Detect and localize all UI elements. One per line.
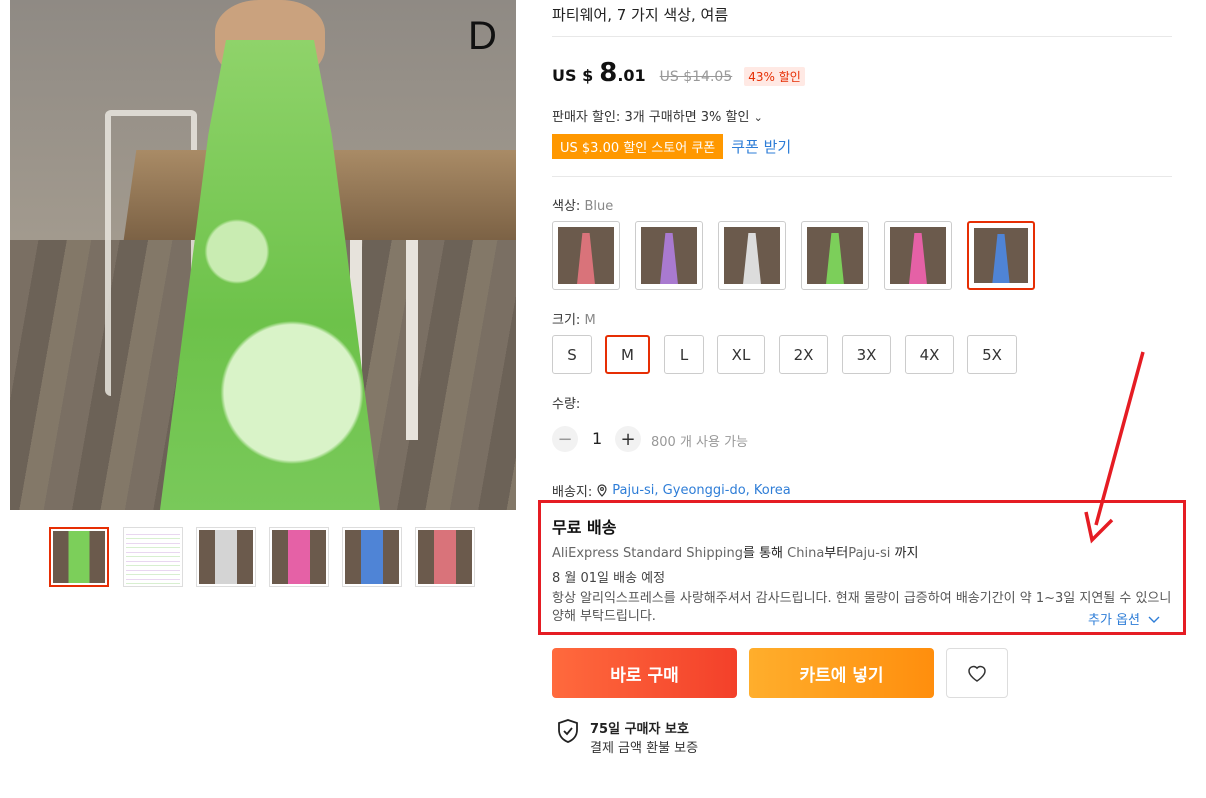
price-currency: US $	[552, 66, 594, 85]
quantity-value[interactable]: 1	[592, 429, 602, 448]
quantity-label: 수량:	[552, 397, 581, 412]
shipping-method-connector: 를 통해	[743, 546, 788, 561]
plus-icon: +	[620, 428, 636, 450]
quantity-decrease-button[interactable]: −	[552, 426, 578, 452]
color-swatch-green[interactable]	[801, 221, 869, 290]
ship-to-location-link[interactable]: Paju-si, Gyeonggi-do, Korea	[612, 483, 791, 498]
size-option-2x[interactable]: 2X	[779, 335, 828, 374]
color-label: 색상:	[552, 199, 581, 214]
swatch-image	[974, 228, 1028, 283]
swatch-dress	[660, 232, 678, 284]
shipping-method: AliExpress Standard Shipping를 통해 China부터…	[552, 542, 918, 561]
buyer-protection: 75일 구매자 보호 결제 금액 환불 보증	[556, 718, 698, 756]
swatch-image	[890, 227, 946, 284]
location-pin-icon	[597, 484, 607, 497]
annotation-arrow	[1084, 351, 1145, 544]
shipping-delay-notice: 항상 알리익스프레스를 사랑해주셔서 감사드립니다. 현재 물량이 급증하여 배…	[552, 591, 1172, 624]
divider	[552, 176, 1172, 177]
delivery-estimate: 8 월 01일 배송 예정	[552, 571, 666, 586]
minus-icon: −	[557, 428, 573, 450]
size-option-l[interactable]: L	[664, 335, 704, 374]
shipping-destination: Paju-si	[848, 546, 891, 561]
shield-check-icon	[558, 719, 578, 743]
swatch-dress	[826, 232, 844, 284]
thumbnail-image	[53, 531, 105, 583]
buyer-protection-text: 75일 구매자 보호 결제 금액 환불 보증	[590, 718, 698, 756]
size-selected-value: M	[584, 313, 596, 328]
swatch-image	[641, 227, 697, 284]
divider	[552, 36, 1172, 37]
seller-discount-text: 판매자 할인: 3개 구매하면 3% 할인	[552, 110, 750, 125]
swatch-image	[724, 227, 780, 284]
ship-to-label: 배송지:	[552, 485, 593, 500]
swatch-dress	[909, 232, 927, 284]
quantity-increase-button[interactable]: +	[615, 426, 641, 452]
thumbnail-blue[interactable]	[342, 527, 402, 587]
thumbnail-pink-red[interactable]	[415, 527, 475, 587]
main-product-image[interactable]: D	[10, 0, 516, 510]
wishlist-button[interactable]	[946, 648, 1008, 698]
color-swatch-pink-red[interactable]	[552, 221, 620, 290]
thumbnail-image	[345, 530, 399, 584]
ship-to-row: 배송지: Paju-si, Gyeonggi-do, Korea	[552, 481, 791, 500]
buyer-protection-title: 75일 구매자 보호	[590, 722, 689, 737]
chevron-down-icon	[1148, 616, 1160, 623]
thumbnail-green[interactable]	[49, 527, 109, 587]
size-option-m[interactable]: M	[605, 335, 650, 374]
swatch-dress	[743, 232, 761, 284]
add-to-cart-button[interactable]: 카트에 넣기	[749, 648, 934, 698]
size-option-s[interactable]: S	[552, 335, 592, 374]
store-coupon-tag: US $3.00 할인 스토어 쿠폰	[552, 134, 724, 159]
thumbnail-image	[126, 530, 180, 584]
color-label-row: 색상: Blue	[552, 195, 613, 214]
shipping-to-connector: 까지	[890, 546, 919, 561]
quantity-available: 800 개 사용 가능	[651, 435, 749, 450]
buyer-protection-subtitle: 결제 금액 환불 보증	[590, 741, 699, 756]
swatch-image	[807, 227, 863, 284]
price-row: US $ 8 .01 US $14.05 43% 할인	[552, 58, 805, 88]
thumbnail-pink[interactable]	[269, 527, 329, 587]
swatch-dress	[992, 233, 1010, 283]
more-options-label: 추가 옵션	[1088, 613, 1140, 628]
get-coupon-link[interactable]: 쿠폰 받기	[731, 136, 791, 157]
shipping-method-name: AliExpress Standard Shipping	[552, 546, 743, 561]
shipping-from-connector: 부터	[824, 546, 849, 561]
seller-discount[interactable]: 판매자 할인: 3개 구매하면 3% 할인 ⌄	[552, 106, 763, 125]
size-option-xl[interactable]: XL	[717, 335, 765, 374]
color-swatch-blue[interactable]	[967, 221, 1035, 290]
buy-now-button[interactable]: 바로 구매	[552, 648, 737, 698]
shipping-origin: China	[787, 546, 825, 561]
coupon-row: US $3.00 할인 스토어 쿠폰 쿠폰 받기	[552, 134, 791, 159]
free-shipping-title: 무료 배송	[552, 518, 617, 537]
swatch-image	[558, 227, 614, 284]
swatch-dress	[577, 232, 595, 284]
color-selected-value: Blue	[584, 199, 614, 214]
heart-icon	[968, 665, 986, 682]
thumbnail-white[interactable]	[196, 527, 256, 587]
size-label-row: 크기: M	[552, 309, 596, 328]
size-label: 크기:	[552, 313, 581, 328]
color-swatch-white[interactable]	[718, 221, 786, 290]
product-title: 파티웨어, 7 가지 색상, 여름	[552, 6, 729, 24]
price-whole: 8	[599, 58, 618, 88]
size-option-3x[interactable]: 3X	[842, 335, 891, 374]
more-shipping-options-link[interactable]: 추가 옵션	[1088, 609, 1160, 628]
color-swatch-purple[interactable]	[635, 221, 703, 290]
color-swatch-pink[interactable]	[884, 221, 952, 290]
thumbnail-size-chart[interactable]	[123, 527, 183, 587]
price-fraction: .01	[617, 66, 646, 85]
thumbnail-image	[418, 530, 472, 584]
size-option-4x[interactable]: 4X	[905, 335, 954, 374]
image-overlay-letter: D	[468, 14, 497, 58]
original-price: US $14.05	[659, 69, 733, 85]
chevron-down-icon: ⌄	[753, 111, 763, 124]
size-option-5x[interactable]: 5X	[967, 335, 1017, 374]
discount-badge: 43% 할인	[744, 67, 805, 86]
thumbnail-image	[272, 530, 326, 584]
thumbnail-image	[199, 530, 253, 584]
